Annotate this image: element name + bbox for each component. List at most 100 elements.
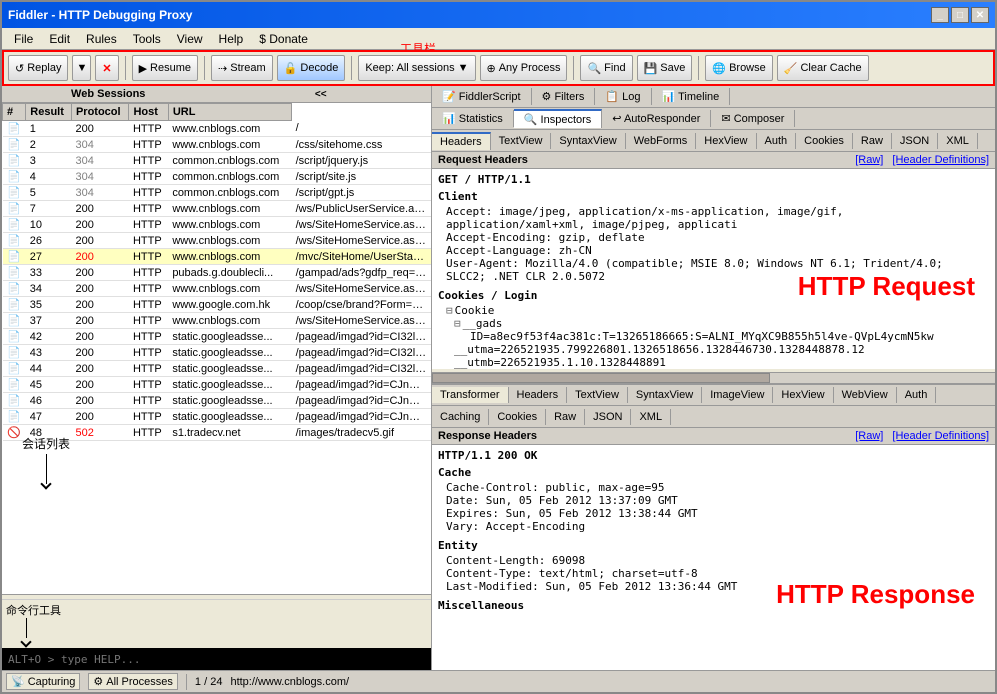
clear-cache-button[interactable]: 🧹 Clear Cache xyxy=(777,55,869,81)
resp-tab-xml[interactable]: XML xyxy=(631,409,671,425)
resp-tab-transformer[interactable]: Transformer xyxy=(432,387,509,403)
row-url: / xyxy=(292,121,431,137)
row-result: 200 xyxy=(71,217,128,233)
row-icon: 📄 xyxy=(3,265,26,281)
resp-tab-imageview[interactable]: ImageView xyxy=(702,387,773,403)
menu-edit[interactable]: Edit xyxy=(41,30,78,48)
table-row[interactable]: 📄47200HTTPstatic.googleadsse.../pagead/i… xyxy=(3,409,432,425)
response-content[interactable]: HTTP/1.1 200 OK Cache Cache-Control: pub… xyxy=(432,445,995,670)
tab-composer[interactable]: ✉ Composer xyxy=(711,110,795,127)
replay-dropdown[interactable]: ▼ xyxy=(72,55,91,81)
table-row[interactable]: 📄27200HTTPwww.cnblogs.com/mvc/SiteHome/U… xyxy=(3,249,432,265)
response-header-defs-link[interactable]: [Header Definitions] xyxy=(892,430,989,442)
browse-icon: 🌐 xyxy=(712,62,726,75)
table-row[interactable]: 📄4304HTTPcommon.cnblogs.com/script/site.… xyxy=(3,169,432,185)
table-row[interactable]: 📄33200HTTPpubads.g.doublecli.../gampad/a… xyxy=(3,265,432,281)
tab-inspectors[interactable]: 🔍 Inspectors xyxy=(514,109,603,128)
menu-tools[interactable]: Tools xyxy=(125,30,169,48)
request-content[interactable]: GET / HTTP/1.1 Client Accept: image/jpeg… xyxy=(432,169,995,369)
row-num: 7 xyxy=(26,201,72,217)
table-row[interactable]: 📄34200HTTPwww.cnblogs.com/ws/SiteHomeSer… xyxy=(3,281,432,297)
row-host: www.cnblogs.com xyxy=(168,233,291,249)
table-row[interactable]: 📄2304HTTPwww.cnblogs.com/css/sitehome.cs… xyxy=(3,137,432,153)
req-tab-json[interactable]: JSON xyxy=(892,133,938,149)
maximize-button[interactable]: □ xyxy=(951,7,969,23)
resp-tab-cookies[interactable]: Cookies xyxy=(489,409,546,425)
table-row[interactable]: 🚫48502HTTPs1.tradecv.net/images/tradecv5… xyxy=(3,425,432,441)
req-tab-headers[interactable]: Headers xyxy=(432,132,491,150)
resp-tab-hexview[interactable]: HexView xyxy=(773,387,833,403)
response-raw-link[interactable]: [Raw] xyxy=(855,430,883,442)
capturing-status[interactable]: 📡 Capturing xyxy=(6,673,80,690)
menu-donate[interactable]: $ Donate xyxy=(251,30,316,48)
row-num: 10 xyxy=(26,217,72,233)
row-icon: 📄 xyxy=(3,233,26,249)
stream-button[interactable]: ⇢ Stream xyxy=(211,55,273,81)
command-input[interactable] xyxy=(8,653,425,666)
save-button[interactable]: 💾 Save xyxy=(637,55,693,81)
close-button[interactable]: ✕ xyxy=(971,7,989,23)
processes-label: All Processes xyxy=(106,676,173,688)
menu-file[interactable]: File xyxy=(6,30,41,48)
row-host: s1.tradecv.net xyxy=(168,425,291,441)
table-row[interactable]: 📄7200HTTPwww.cnblogs.com/ws/PublicUserSe… xyxy=(3,201,432,217)
resp-tab-caching[interactable]: Caching xyxy=(432,409,489,425)
tab-fiddler-script[interactable]: 📝 FiddlerScript xyxy=(432,88,532,105)
req-tab-syntaxview[interactable]: SyntaxView xyxy=(551,133,625,149)
table-row[interactable]: 📄44200HTTPstatic.googleadsse.../pagead/i… xyxy=(3,361,432,377)
table-row[interactable]: 📄43200HTTPstatic.googleadsse.../pagead/i… xyxy=(3,345,432,361)
req-tab-xml[interactable]: XML xyxy=(938,133,978,149)
req-tab-webforms[interactable]: WebForms xyxy=(626,133,697,149)
collapse-sessions-button[interactable]: << xyxy=(213,89,430,100)
menu-rules[interactable]: Rules xyxy=(78,30,125,48)
table-row[interactable]: 📄1200HTTPwww.cnblogs.com/ xyxy=(3,121,432,137)
table-row[interactable]: 📄45200HTTPstatic.googleadsse.../pagead/i… xyxy=(3,377,432,393)
resp-tab-auth[interactable]: Auth xyxy=(897,387,937,403)
browse-button[interactable]: 🌐 Browse xyxy=(705,55,772,81)
table-row[interactable]: 📄42200HTTPstatic.googleadsse.../pagead/i… xyxy=(3,329,432,345)
sessions-table[interactable]: # Result Protocol Host URL 📄1200HTTPwww.… xyxy=(2,103,431,594)
table-row[interactable]: 📄5304HTTPcommon.cnblogs.com/script/gpt.j… xyxy=(3,185,432,201)
menu-view[interactable]: View xyxy=(169,30,211,48)
req-tab-textview[interactable]: TextView xyxy=(491,133,552,149)
resp-tab-webview[interactable]: WebView xyxy=(834,387,897,403)
find-button[interactable]: 🔍 Find xyxy=(580,55,632,81)
response-misc-group: Miscellaneous xyxy=(438,599,989,612)
tab-timeline[interactable]: 📊 Timeline xyxy=(652,88,731,105)
resp-tab-syntaxview[interactable]: SyntaxView xyxy=(628,387,702,403)
save-label: Save xyxy=(660,62,685,74)
resume-button[interactable]: ▶ Resume xyxy=(132,55,198,81)
resp-tab-headers[interactable]: Headers xyxy=(509,387,568,403)
table-row[interactable]: 📄35200HTTPwww.google.com.hk/coop/cse/bra… xyxy=(3,297,432,313)
h-scrollbar[interactable] xyxy=(432,372,995,384)
client-group-title: Client xyxy=(438,190,989,203)
resp-tab-json[interactable]: JSON xyxy=(585,409,631,425)
request-header-defs-link[interactable]: [Header Definitions] xyxy=(892,154,989,166)
row-result: 200 xyxy=(71,297,128,313)
req-tab-cookies[interactable]: Cookies xyxy=(796,133,853,149)
decode-button[interactable]: 🔓 Decode xyxy=(277,55,346,81)
table-row[interactable]: 📄37200HTTPwww.cnblogs.com/ws/SiteHomeSer… xyxy=(3,313,432,329)
keep-sessions-button[interactable]: Keep: All sessions ▼ xyxy=(358,55,475,81)
menu-help[interactable]: Help xyxy=(211,30,252,48)
tab-auto-responder[interactable]: ↩ AutoResponder xyxy=(602,110,711,127)
minimize-button[interactable]: _ xyxy=(931,7,949,23)
any-process-button[interactable]: ⊕ Any Process xyxy=(480,55,568,81)
resp-tab-raw[interactable]: Raw xyxy=(546,409,585,425)
req-tab-raw[interactable]: Raw xyxy=(853,133,892,149)
req-tab-hexview[interactable]: HexView xyxy=(696,133,756,149)
request-raw-link[interactable]: [Raw] xyxy=(855,154,883,166)
tab-statistics[interactable]: 📊 Statistics xyxy=(432,110,514,127)
table-row[interactable]: 📄3304HTTPcommon.cnblogs.com/script/jquer… xyxy=(3,153,432,169)
tab-log[interactable]: 📋 Log xyxy=(595,88,651,105)
resp-tab-textview[interactable]: TextView xyxy=(567,387,628,403)
stop-button[interactable]: ✕ xyxy=(95,55,118,81)
tab-filters[interactable]: ⚙ Filters xyxy=(532,88,596,105)
table-row[interactable]: 📄46200HTTPstatic.googleadsse.../pagead/i… xyxy=(3,393,432,409)
replay-button[interactable]: ↺ Replay xyxy=(8,55,68,81)
composer-icon: ✉ xyxy=(721,113,730,125)
processes-status[interactable]: ⚙ All Processes xyxy=(88,673,178,690)
table-row[interactable]: 📄26200HTTPwww.cnblogs.com/ws/SiteHomeSer… xyxy=(3,233,432,249)
req-tab-auth[interactable]: Auth xyxy=(757,133,797,149)
table-row[interactable]: 📄10200HTTPwww.cnblogs.com/ws/SiteHomeSer… xyxy=(3,217,432,233)
